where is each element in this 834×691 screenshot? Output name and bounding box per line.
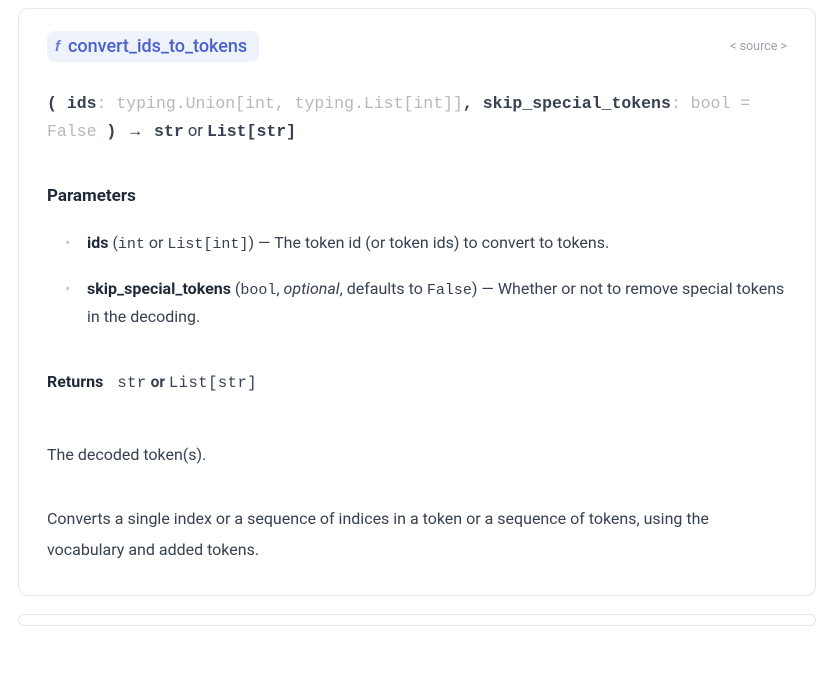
returns-type: List[str] [169,374,257,392]
sig-arrow: → [116,122,154,141]
doc-container: f convert_ids_to_tokens < source > ( ids… [0,8,834,626]
function-description: Converts a single index or a sequence of… [47,504,787,565]
param-default-prefix: , defaults to [340,279,427,298]
function-signature: ( ids: typing.Union[int, typing.List[int… [47,90,787,146]
parameter-list: ids (int or List[int]) — The token id (o… [47,230,787,330]
returns-label: Returns [47,372,103,391]
param-paren: ( [231,279,240,298]
parameter-item: skip_special_tokens (bool, optional, def… [65,276,787,330]
param-name: skip_special_tokens [87,279,231,298]
function-name: convert_ids_to_tokens [68,36,247,57]
sig-param-name: skip_special_tokens [483,94,671,113]
function-badge[interactable]: f convert_ids_to_tokens [47,31,259,62]
param-or: or [145,233,167,252]
param-type: int [118,236,145,253]
sig-param-type: typing.Union[int, typing.List[int]] [116,94,463,113]
param-type: List[int] [167,236,248,253]
parameters-heading: Parameters [47,186,787,206]
sig-sep: : [97,94,117,113]
param-name: ids [87,233,108,252]
returns-description: The decoded token(s). [47,440,787,470]
sig-return-type: str [154,122,184,141]
param-paren: ) — [248,233,274,252]
source-link[interactable]: < source > [730,39,787,54]
returns-type: str [117,374,146,392]
sig-sep: : [671,94,691,113]
sig-param-name: ids [67,94,97,113]
function-icon: f [55,38,60,55]
returns-types: str or List[str] [117,372,257,392]
param-optional: optional [284,279,340,298]
param-paren: ) — [472,279,498,298]
param-default: False [427,282,472,299]
sig-or: or [184,122,207,141]
sig-comma: , [463,94,483,113]
param-paren: ( [108,233,117,252]
param-desc: The token id (or token ids) to convert t… [274,233,609,252]
sig-open-paren: ( [47,94,57,113]
returns-row: Returns str or List[str] [47,372,787,392]
function-doc-card: f convert_ids_to_tokens < source > ( ids… [18,8,816,596]
param-comma: , [276,279,283,298]
function-header: f convert_ids_to_tokens < source > [47,31,787,62]
returns-or: or [147,373,169,391]
param-type: bool [240,282,276,299]
next-card-peek [18,614,816,626]
sig-close-paren: ) [97,122,117,141]
sig-return-type: List[str] [207,122,296,141]
parameter-item: ids (int or List[int]) — The token id (o… [65,230,787,258]
